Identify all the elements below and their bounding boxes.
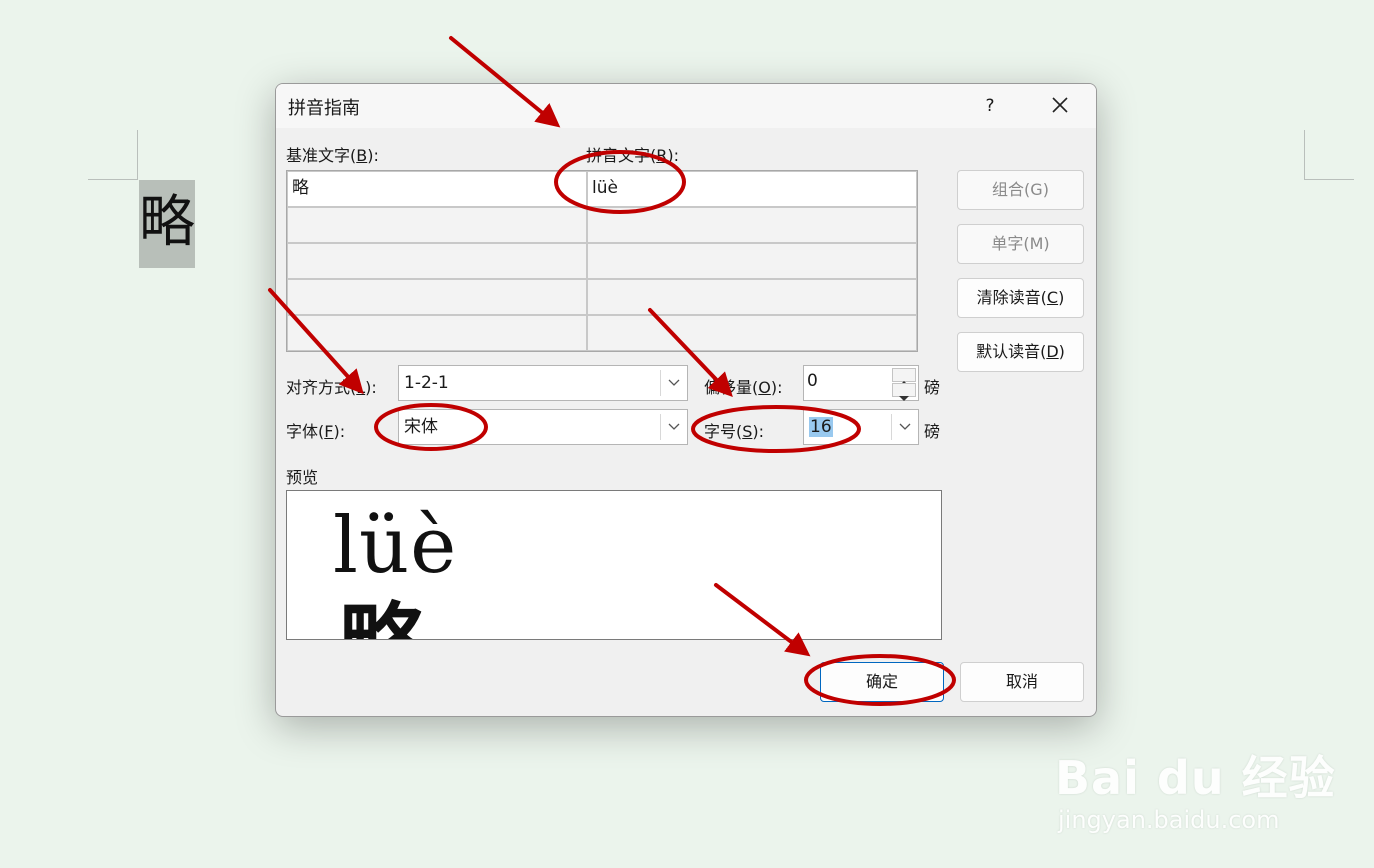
annotation-circle — [554, 150, 686, 214]
annotation-arrow — [268, 288, 364, 395]
annotation-arrow — [449, 36, 561, 128]
watermark-url: jingyan.baidu.com — [1058, 806, 1280, 834]
watermark-logo: Bai du 经验 — [1055, 751, 1336, 805]
annotation-circle — [804, 654, 956, 706]
annotation-circle — [374, 403, 488, 451]
annotation-circle — [691, 405, 861, 453]
annotation-arrow — [648, 308, 733, 398]
annotation-arrow — [714, 583, 811, 657]
annotation-overlay — [268, 36, 956, 706]
